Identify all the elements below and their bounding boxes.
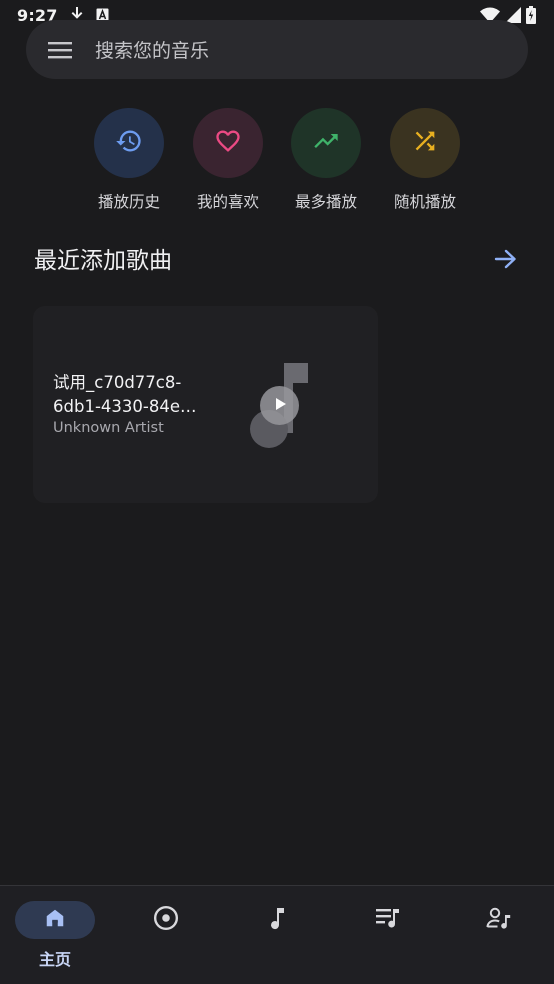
menu-icon[interactable] xyxy=(47,39,73,61)
battery-charging-icon xyxy=(526,6,536,24)
play-button[interactable] xyxy=(260,386,299,425)
heart-icon xyxy=(214,127,242,159)
nav-item-artists[interactable] xyxy=(444,886,554,984)
song-card[interactable]: 试用_c70d77c8- 6db1-4330-84e… Unknown Arti… xyxy=(33,306,378,503)
nav-item-playlists[interactable] xyxy=(333,886,443,984)
song-title: 试用_c70d77c8- 6db1-4330-84e… xyxy=(53,371,213,419)
most-played-button[interactable] xyxy=(291,108,361,178)
home-icon xyxy=(44,907,66,933)
nav-label-home: 主页 xyxy=(38,950,71,969)
artist-icon xyxy=(486,906,512,934)
quick-action-label: 我的喜欢 xyxy=(196,193,259,211)
nav-item-albums[interactable] xyxy=(111,886,221,984)
trending-up-icon xyxy=(312,127,340,159)
quick-action-history[interactable]: 播放历史 xyxy=(80,108,178,212)
shuffle-button[interactable] xyxy=(390,108,460,178)
quick-action-shuffle[interactable]: 随机播放 xyxy=(376,108,474,212)
bottom-nav: 主页 xyxy=(0,885,554,984)
music-note-icon xyxy=(266,906,288,934)
favorites-button[interactable] xyxy=(193,108,263,178)
history-icon xyxy=(115,127,143,159)
nav-item-songs[interactable] xyxy=(222,886,332,984)
nav-pill-songs[interactable] xyxy=(237,901,317,939)
playlist-icon xyxy=(375,907,401,933)
quick-action-label: 最多播放 xyxy=(294,193,357,211)
history-button[interactable] xyxy=(94,108,164,178)
nav-item-home[interactable]: 主页 xyxy=(0,886,110,984)
nav-pill-albums[interactable] xyxy=(126,901,206,939)
play-icon xyxy=(272,396,288,416)
quick-action-most-played[interactable]: 最多播放 xyxy=(277,108,375,212)
search-input[interactable]: 搜索您的音乐 xyxy=(95,36,209,63)
arrow-right-icon[interactable] xyxy=(492,246,520,272)
nav-pill-home[interactable] xyxy=(15,901,95,939)
section-title-recent: 最近添加歌曲 xyxy=(34,248,172,274)
song-title-line: 试用_c70d77c8- xyxy=(53,373,182,392)
quick-action-label: 随机播放 xyxy=(393,193,456,211)
quick-action-label: 播放历史 xyxy=(97,193,160,211)
album-icon xyxy=(153,905,179,935)
song-title-line: 6db1-4330-84e… xyxy=(53,397,197,416)
quick-action-favorites[interactable]: 我的喜欢 xyxy=(179,108,277,212)
song-artist: Unknown Artist xyxy=(53,420,164,436)
nav-pill-playlists[interactable] xyxy=(348,901,428,939)
nav-pill-artists[interactable] xyxy=(459,901,539,939)
search-bar[interactable]: 搜索您的音乐 xyxy=(26,20,528,79)
shuffle-icon xyxy=(411,127,439,159)
quick-actions: 播放历史 我的喜欢 最多播放 随机播放 xyxy=(0,108,554,218)
